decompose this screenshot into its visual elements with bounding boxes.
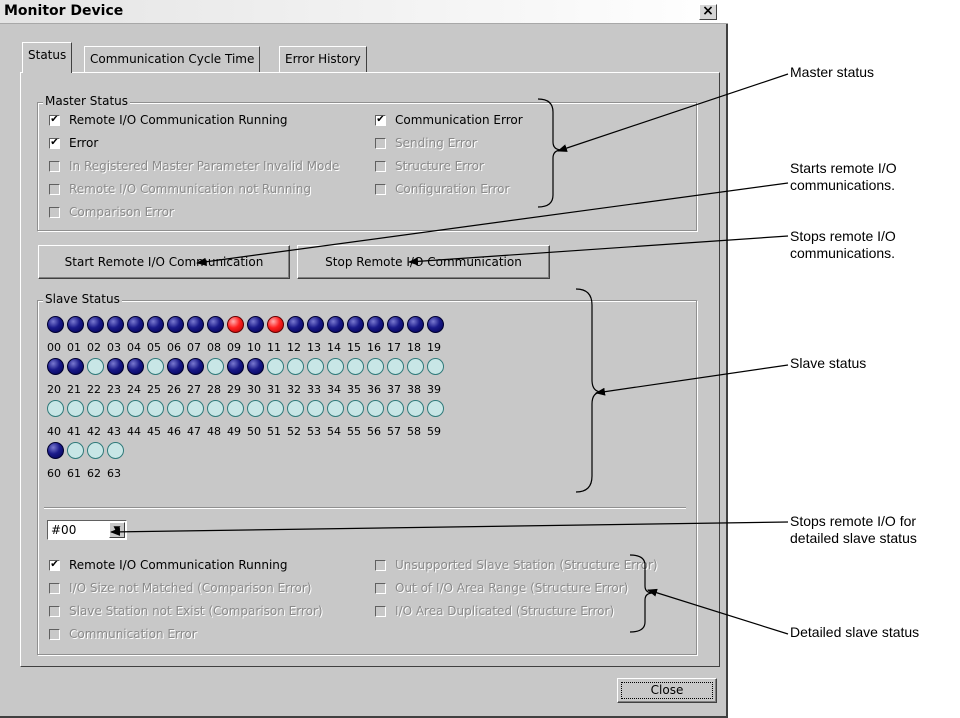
- slave-status-brace: [575, 288, 603, 493]
- arrow-slave-status: [595, 364, 789, 396]
- arrow-stop-remote-io: [408, 235, 789, 266]
- arrow-detail-select: [110, 521, 789, 536]
- arrow-start-remote-io: [196, 182, 789, 266]
- detail-status-brace: [629, 554, 654, 633]
- callout-overlay: [110, 73, 789, 635]
- arrow-master-status: [557, 73, 789, 152]
- arrow-detailed-slave-status: [647, 588, 789, 635]
- tab-status[interactable]: Status: [22, 42, 73, 73]
- master-status-brace: [537, 98, 563, 208]
